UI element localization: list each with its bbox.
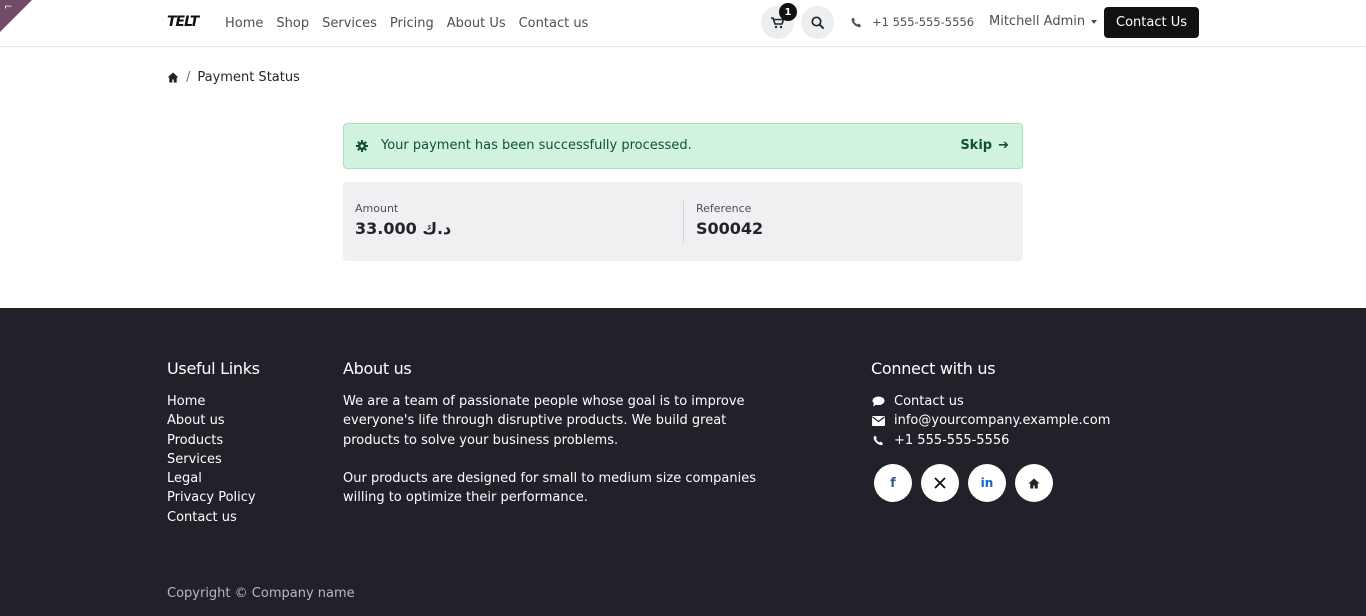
- gear-icon: [356, 140, 368, 152]
- footer-link-contact-us[interactable]: Contact us: [167, 508, 256, 527]
- about-paragraph-2: Our products are designed for small to m…: [343, 470, 756, 506]
- footer-link-home[interactable]: Home: [167, 392, 256, 411]
- header-phone[interactable]: +1 555-555-5556: [851, 15, 974, 29]
- payment-summary-card: Amount 33.000 د.ك Reference S00042: [343, 182, 1023, 261]
- home-icon[interactable]: [167, 72, 179, 83]
- summary-divider: [683, 201, 684, 243]
- nav-services[interactable]: Services: [322, 16, 377, 31]
- footer-link-services[interactable]: Services: [167, 450, 256, 469]
- connect-contact-label: Contact us: [894, 394, 964, 409]
- user-name: Mitchell Admin: [989, 14, 1086, 29]
- user-menu[interactable]: Mitchell Admin: [989, 14, 1098, 29]
- footer-link-about-us[interactable]: About us: [167, 411, 256, 430]
- phone-icon: [871, 435, 885, 446]
- amount-value: 33.000 د.ك: [355, 219, 452, 238]
- useful-links-list: Home About us Products Services Legal Pr…: [167, 392, 256, 527]
- nav-contact-us[interactable]: Contact us: [519, 16, 589, 31]
- nav-about-us[interactable]: About Us: [447, 16, 506, 31]
- arrow-right-icon: ➔: [998, 138, 1009, 153]
- reference-field: Reference S00042: [696, 202, 763, 238]
- social-links: f in: [874, 464, 1053, 502]
- nav-pricing[interactable]: Pricing: [390, 16, 434, 31]
- nav-shop[interactable]: Shop: [276, 16, 309, 31]
- nav-home[interactable]: Home: [225, 16, 263, 31]
- useful-links-title: Useful Links: [167, 359, 260, 378]
- phone-icon: [851, 17, 861, 27]
- envelope-icon: [871, 415, 885, 426]
- connect-list: Contact us info@yourcompany.example.com …: [871, 392, 1110, 450]
- skip-link[interactable]: Skip ➔: [960, 138, 1009, 153]
- chevron-down-icon: [1091, 19, 1098, 24]
- x-twitter-icon[interactable]: [921, 464, 959, 502]
- about-text: We are a team of passionate people whose…: [343, 392, 773, 507]
- footer-link-products[interactable]: Products: [167, 431, 256, 450]
- footer-link-privacy-policy[interactable]: Privacy Policy: [167, 488, 256, 507]
- contact-us-button[interactable]: Contact Us: [1104, 7, 1199, 38]
- connect-email-link[interactable]: info@yourcompany.example.com: [871, 411, 1110, 430]
- skip-label: Skip: [960, 138, 993, 153]
- linkedin-icon[interactable]: in: [968, 464, 1006, 502]
- comment-icon: [871, 396, 885, 407]
- about-title: About us: [343, 359, 412, 378]
- breadcrumb-separator: /: [186, 70, 191, 85]
- alert-message: Your payment has been successfully proce…: [381, 138, 692, 153]
- search-icon: [811, 16, 824, 29]
- facebook-icon[interactable]: f: [874, 464, 912, 502]
- site-header: TELT Home Shop Services Pricing About Us…: [0, 0, 1366, 47]
- footer-link-legal[interactable]: Legal: [167, 469, 256, 488]
- header-phone-number: +1 555-555-5556: [872, 15, 975, 29]
- connect-phone-link[interactable]: +1 555-555-5556: [871, 431, 1110, 450]
- site-footer: Useful Links Home About us Products Serv…: [0, 308, 1366, 616]
- corner-edit-icon: ⌐: [4, 2, 13, 13]
- connect-title: Connect with us: [871, 359, 996, 378]
- cart-count-badge: 1: [779, 3, 797, 21]
- home-icon[interactable]: [1015, 464, 1053, 502]
- connect-phone-label: +1 555-555-5556: [894, 432, 1010, 448]
- payment-success-alert: Your payment has been successfully proce…: [343, 123, 1023, 169]
- reference-label: Reference: [696, 202, 752, 215]
- reference-value: S00042: [696, 219, 764, 238]
- breadcrumb: / Payment Status: [167, 70, 300, 85]
- site-logo[interactable]: TELT: [167, 14, 199, 30]
- amount-field: Amount 33.000 د.ك: [355, 202, 451, 238]
- connect-contact-link[interactable]: Contact us: [871, 392, 1110, 411]
- connect-email-label: info@yourcompany.example.com: [894, 413, 1111, 429]
- search-button[interactable]: [801, 6, 834, 39]
- amount-label: Amount: [355, 202, 399, 215]
- breadcrumb-current: Payment Status: [197, 70, 300, 85]
- main-nav: Home Shop Services Pricing About Us Cont…: [225, 0, 601, 46]
- copyright-text: Copyright © Company name: [167, 586, 355, 601]
- about-paragraph-1: We are a team of passionate people whose…: [343, 394, 745, 448]
